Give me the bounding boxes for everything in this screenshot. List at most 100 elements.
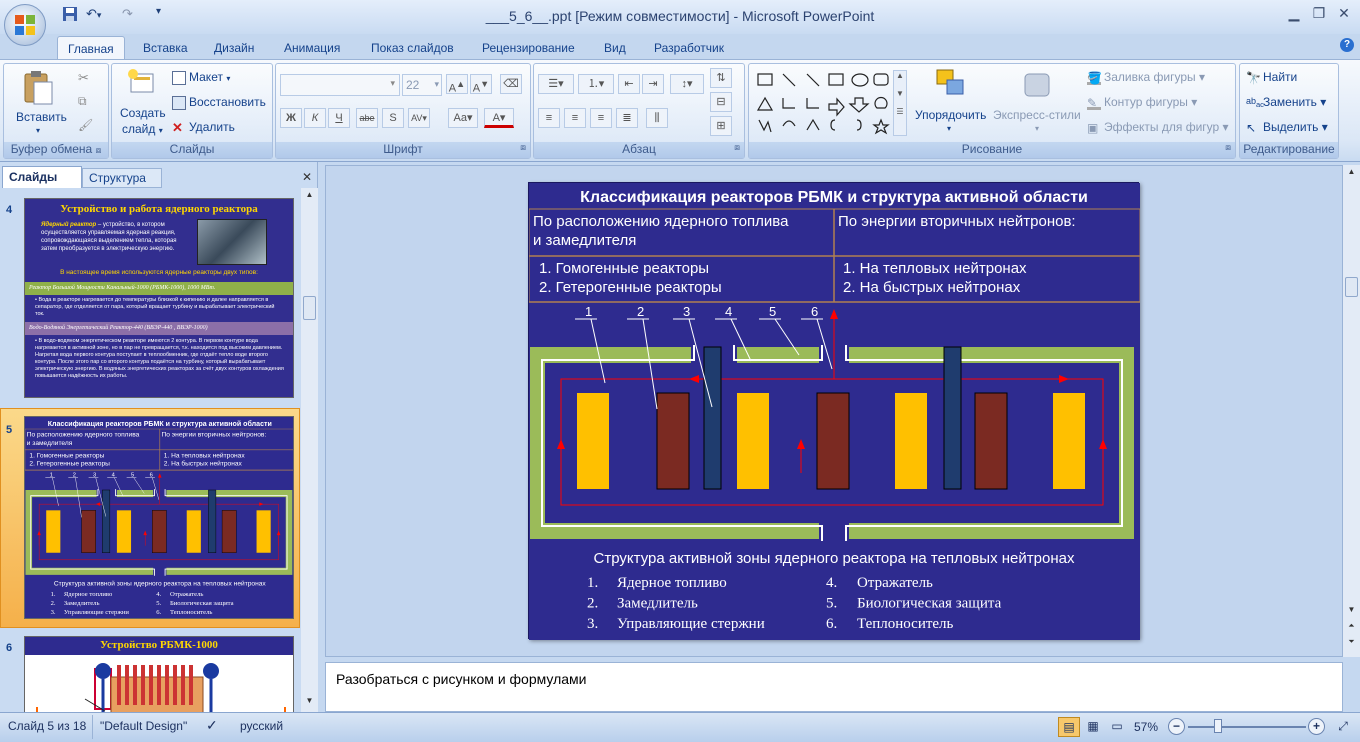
layout-button[interactable]: Макет ▾ xyxy=(172,70,230,85)
slide-thumbnail-6[interactable]: Устройство РБМК-1000 xyxy=(24,636,294,712)
increase-indent-icon[interactable]: ⇥ xyxy=(642,74,664,94)
tab-slideshow[interactable]: Показ слайдов xyxy=(361,36,464,60)
close-panel-icon[interactable]: ✕ xyxy=(302,170,312,184)
shape-effects-button[interactable]: ▣ Эффекты для фигур ▾ xyxy=(1087,120,1229,135)
layout-label: Макет xyxy=(189,70,223,84)
notes-pane[interactable]: Разобраться с рисунком и формулами xyxy=(325,662,1343,712)
align-right-icon[interactable]: ≡ xyxy=(590,108,612,128)
underline-icon[interactable]: Ч xyxy=(328,108,350,128)
language-label[interactable]: русский xyxy=(240,719,283,733)
clear-format-icon[interactable]: ⌫ xyxy=(500,74,522,94)
tab-developer[interactable]: Разработчик xyxy=(644,36,734,60)
close-icon[interactable]: ✕ xyxy=(1334,5,1354,23)
font-name-select[interactable]: ▾ xyxy=(280,74,400,96)
normal-view-icon[interactable]: ▤ xyxy=(1058,717,1080,737)
strikethrough-icon[interactable]: abe xyxy=(356,108,378,128)
new-slide-button[interactable]: Создать слайд ▾ xyxy=(118,68,166,140)
paste-button[interactable]: Вставить ▾ xyxy=(16,70,67,138)
tab-slides-panel[interactable]: Слайды xyxy=(2,166,82,188)
scroll-down-icon[interactable]: ▼ xyxy=(303,696,316,709)
zoom-slider-thumb[interactable] xyxy=(1214,719,1222,733)
shadow-icon[interactable]: S xyxy=(382,108,404,128)
cut-icon[interactable]: ✂ xyxy=(78,70,89,86)
zoom-slider-track[interactable] xyxy=(1188,726,1306,728)
char-spacing-icon[interactable]: AV▾ xyxy=(408,108,430,128)
shrink-font-icon[interactable]: A▼ xyxy=(470,74,492,95)
select-button[interactable]: ↖ Выделить ▾ xyxy=(1246,120,1328,135)
tab-insert[interactable]: Вставка xyxy=(133,36,198,60)
align-center-icon[interactable]: ≡ xyxy=(564,108,586,128)
clipboard-launcher-icon[interactable]: ⧈ xyxy=(96,145,102,155)
numbering-icon[interactable]: ⒈▾ xyxy=(578,74,614,94)
office-button[interactable] xyxy=(4,4,46,46)
theme-name[interactable]: "Default Design" xyxy=(100,719,187,733)
tab-design[interactable]: Дизайн xyxy=(204,36,264,60)
shape-outline-button[interactable]: ✎ Контур фигуры ▾ xyxy=(1087,95,1197,110)
paste-label: Вставить xyxy=(16,110,67,124)
slides-panel-scrollbar[interactable]: ▲ ▼ xyxy=(301,188,318,712)
drawing-launcher-icon[interactable]: ⧈ xyxy=(1225,142,1231,153)
align-left-icon[interactable]: ≡ xyxy=(538,108,560,128)
quick-styles-button[interactable]: Экспресс-стили ▾ xyxy=(993,68,1083,140)
spellcheck-icon[interactable]: ✓ xyxy=(206,717,218,734)
align-text-icon[interactable]: ⊟ xyxy=(710,92,732,112)
italic-icon[interactable]: К xyxy=(304,108,326,128)
help-icon[interactable]: ? xyxy=(1340,38,1354,52)
paragraph-launcher-icon[interactable]: ⧈ xyxy=(734,142,740,153)
columns-icon[interactable]: ⫼ xyxy=(646,108,668,128)
thumb5-fuel-element xyxy=(256,510,271,553)
slide-thumbnail-4[interactable]: Устройство и работа ядерного реактора Яд… xyxy=(24,198,294,398)
shape-fill-button[interactable]: 🪣 Заливка фигуры ▾ xyxy=(1087,70,1205,85)
slide-sorter-icon[interactable]: ▦ xyxy=(1082,717,1104,737)
shapes-gallery-scroll[interactable]: ▲ ▼ ☰ xyxy=(893,70,907,136)
editor-scrollbar[interactable]: ▲ ▼ ⏶ ⏷ xyxy=(1343,165,1360,657)
tab-review[interactable]: Рецензирование xyxy=(472,36,585,60)
previous-slide-icon[interactable]: ⏶ xyxy=(1345,621,1358,634)
slide-thumbnail-5[interactable]: Классификация реакторов РБМК и структура… xyxy=(24,416,294,619)
editor-scroll-thumb[interactable] xyxy=(1345,277,1358,297)
tab-view[interactable]: Вид xyxy=(594,36,636,60)
editor-scroll-down-icon[interactable]: ▼ xyxy=(1345,605,1358,618)
replace-button[interactable]: abacЗаменить ▾ xyxy=(1246,95,1326,110)
justify-icon[interactable]: ≣ xyxy=(616,108,638,128)
line-spacing-icon[interactable]: ↕▾ xyxy=(670,74,704,94)
zoom-out-icon[interactable]: − xyxy=(1168,718,1185,735)
minimize-icon[interactable]: ▁ xyxy=(1284,5,1304,23)
moderator-block xyxy=(974,392,1008,490)
slideshow-view-icon[interactable]: ▭ xyxy=(1106,717,1128,737)
tab-outline-panel[interactable]: Структура xyxy=(82,168,162,188)
tab-animation[interactable]: Анимация xyxy=(274,36,350,60)
arrange-button[interactable]: Упорядочить ▾ xyxy=(915,68,989,140)
editor-scroll-up-icon[interactable]: ▲ xyxy=(1345,167,1358,180)
scroll-thumb[interactable] xyxy=(303,296,316,320)
scroll-up-icon[interactable]: ▲ xyxy=(303,190,316,203)
fit-to-window-icon[interactable]: ⤢ xyxy=(1332,717,1354,737)
decrease-indent-icon[interactable]: ⇤ xyxy=(618,74,640,94)
new-slide-label-1: Создать xyxy=(120,106,166,120)
font-size-value: 22 xyxy=(406,78,420,92)
font-launcher-icon[interactable]: ⧈ xyxy=(520,142,526,153)
zoom-in-icon[interactable]: + xyxy=(1308,718,1325,735)
bold-icon[interactable]: Ж xyxy=(280,108,302,128)
change-case-icon[interactable]: Aa▾ xyxy=(448,108,478,128)
format-painter-icon[interactable]: 🖌 xyxy=(78,118,93,132)
thumb5-fuel-element xyxy=(116,510,132,553)
font-size-select[interactable]: 22 ▾ xyxy=(402,74,442,96)
tab-home[interactable]: Главная xyxy=(57,36,125,61)
restore-icon[interactable]: ❐ xyxy=(1309,5,1329,23)
zoom-level[interactable]: 57% xyxy=(1134,720,1158,734)
shapes-gallery[interactable] xyxy=(755,70,907,140)
thumb5-legend-item: Теплоноситель xyxy=(170,609,212,616)
reset-button[interactable]: Восстановить xyxy=(172,95,266,110)
bullets-icon[interactable]: ☰▾ xyxy=(538,74,574,94)
font-color-icon[interactable]: A▾ xyxy=(484,108,514,128)
current-slide[interactable]: Классификация реакторов РБМК и структура… xyxy=(528,182,1141,640)
delete-slide-button[interactable]: ✕ Удалить xyxy=(172,120,235,135)
text-direction-icon[interactable]: ⇅ xyxy=(710,68,732,88)
copy-icon[interactable]: ⧉ xyxy=(78,94,87,109)
find-button[interactable]: 🔭 Найти xyxy=(1246,70,1297,85)
grow-font-icon[interactable]: A▲ xyxy=(446,74,468,95)
smartart-icon[interactable]: ⊞ xyxy=(710,116,732,136)
thumb5-col2-item: 1. На тепловых нейтронах xyxy=(164,451,246,459)
next-slide-icon[interactable]: ⏷ xyxy=(1345,637,1358,650)
